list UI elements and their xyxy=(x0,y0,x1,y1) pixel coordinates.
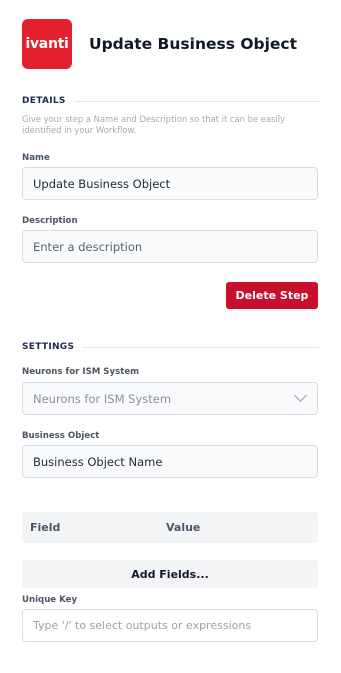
add-fields-button[interactable]: Add Fields... xyxy=(22,560,318,588)
unique-key-label: Unique Key xyxy=(22,595,78,605)
details-help-text: Give your step a Name and Description so… xyxy=(22,114,285,135)
description-label: Description xyxy=(22,216,78,226)
divider xyxy=(82,346,319,348)
divider xyxy=(73,100,319,102)
business-object-input[interactable]: Business Object Name xyxy=(22,445,318,478)
business-object-label: Business Object xyxy=(22,431,100,441)
logo-text: ivanti xyxy=(25,36,69,52)
description-input[interactable]: Enter a description xyxy=(22,230,318,263)
page-title: Update Business Object xyxy=(89,35,298,53)
system-select[interactable]: Neurons for ISM System xyxy=(22,382,318,415)
header: ivanti Update Business Object xyxy=(22,19,319,69)
ivanti-logo: ivanti xyxy=(22,19,72,69)
details-section-title: DETAILS xyxy=(22,96,319,106)
delete-step-button[interactable]: Delete Step xyxy=(226,282,318,309)
value-column-header: Value xyxy=(166,521,201,534)
settings-section-title: SETTINGS xyxy=(22,342,319,352)
fields-table-header: Field Value xyxy=(22,512,318,543)
system-label: Neurons for ISM System xyxy=(22,367,140,377)
system-select-value: Neurons for ISM System xyxy=(33,391,172,406)
name-label: Name xyxy=(22,153,50,163)
settings-heading: SETTINGS xyxy=(22,342,75,352)
field-column-header: Field xyxy=(30,521,61,534)
name-input[interactable]: Update Business Object xyxy=(22,167,318,200)
chevron-down-icon xyxy=(294,389,307,402)
details-heading: DETAILS xyxy=(22,96,66,106)
unique-key-input[interactable]: Type '/' to select outputs or expression… xyxy=(22,609,318,642)
